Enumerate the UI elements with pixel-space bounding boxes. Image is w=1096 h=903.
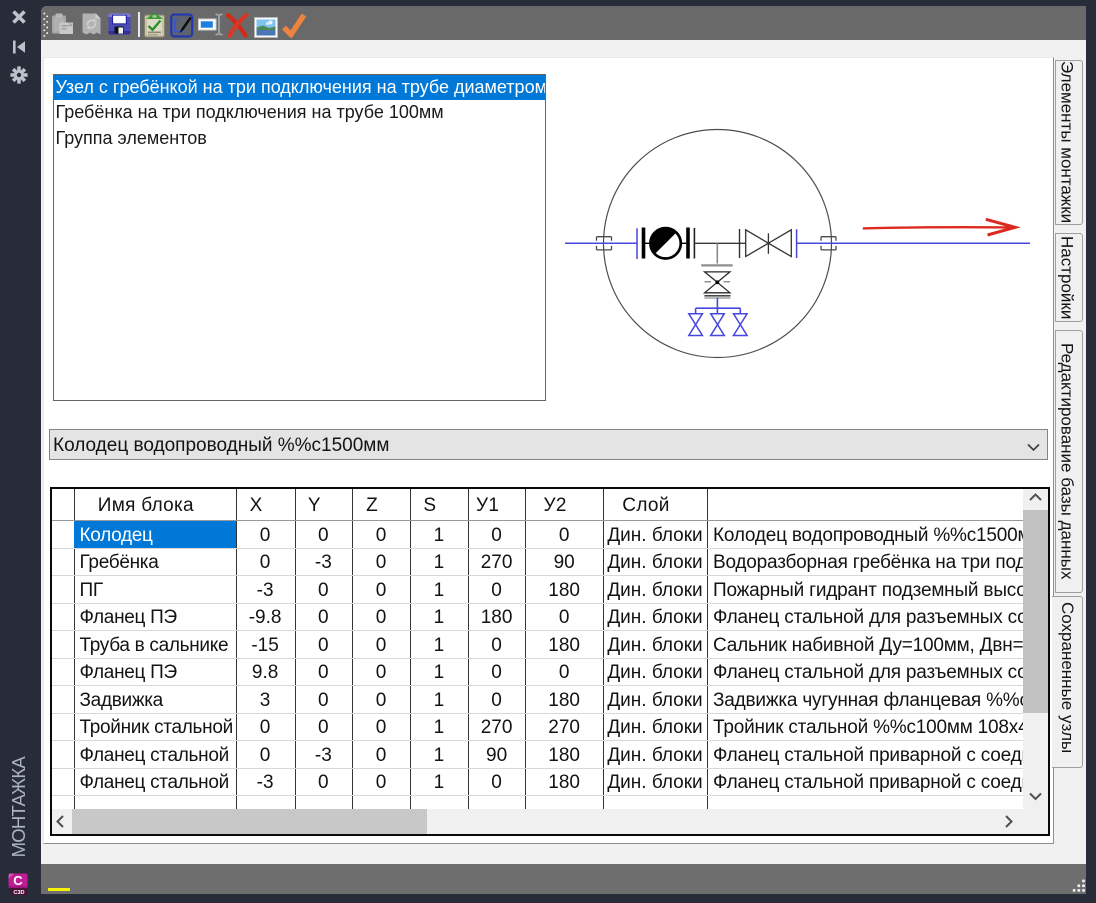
svg-text:C: C — [13, 873, 23, 888]
svg-text:C3D: C3D — [13, 890, 24, 896]
